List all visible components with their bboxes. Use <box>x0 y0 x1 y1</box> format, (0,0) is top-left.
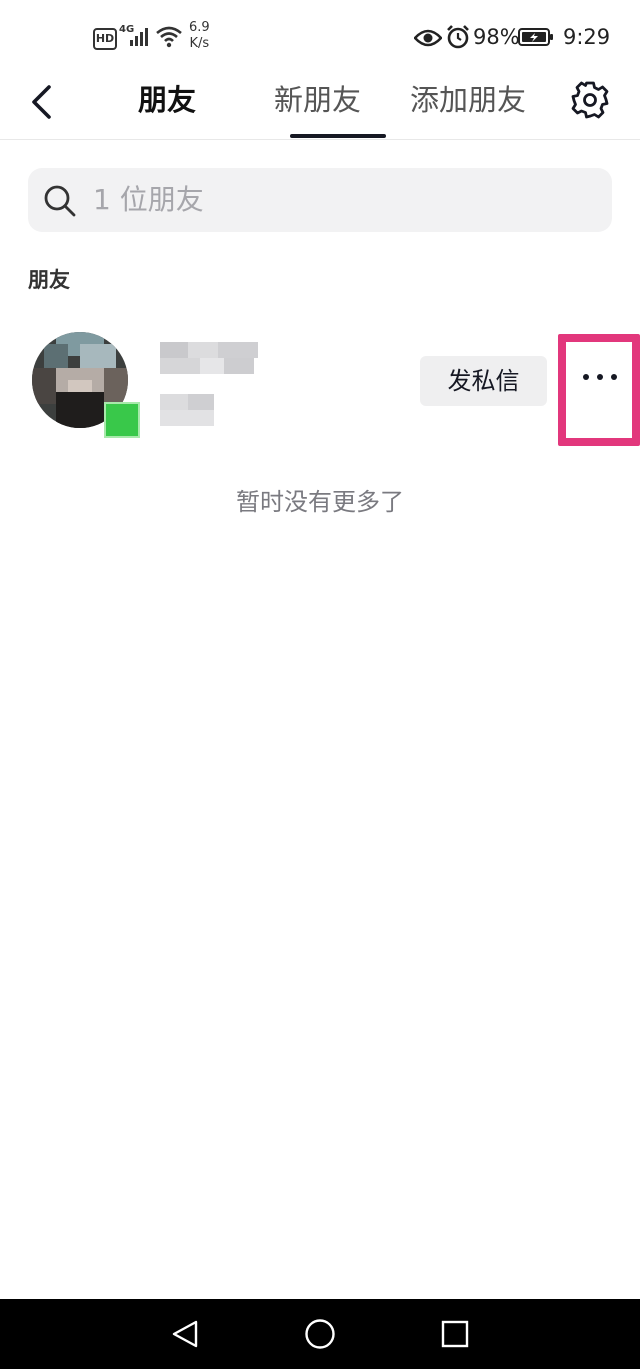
search-input[interactable]: 1 位朋友 <box>28 168 612 232</box>
battery-charging-icon <box>518 28 553 46</box>
top-nav: 朋友 新朋友 添加朋友 <box>0 72 640 140</box>
more-dots-icon <box>583 374 617 380</box>
friend-name-redacted <box>160 342 258 374</box>
clock: 9:29 <box>563 25 611 49</box>
back-arrow-icon[interactable] <box>22 82 62 122</box>
eye-icon <box>414 29 442 47</box>
list-item[interactable]: 发私信 <box>0 318 640 454</box>
hd-icon: HD <box>93 28 117 50</box>
tab-active-indicator <box>290 134 386 138</box>
alarm-icon <box>447 25 469 49</box>
tab-new-friends[interactable]: 新朋友 <box>274 80 361 120</box>
send-message-button[interactable]: 发私信 <box>420 356 547 406</box>
nav-recent-icon[interactable] <box>441 1320 469 1348</box>
battery-percent: 98% <box>473 25 520 49</box>
list-end-message: 暂时没有更多了 <box>236 488 404 516</box>
net-speed-unit: K/s <box>189 36 210 51</box>
search-placeholder: 1 位朋友 <box>93 183 204 216</box>
online-status-badge <box>106 404 138 436</box>
section-title: 朋友 <box>28 268 70 292</box>
tab-friends[interactable]: 朋友 <box>138 80 196 120</box>
friend-subtitle-redacted <box>160 394 214 426</box>
status-bar: HD 4G 6.9 K/s 98% 9:29 <box>0 0 640 72</box>
net-speed: 6.9 K/s <box>189 20 210 52</box>
nav-back-icon[interactable] <box>170 1319 200 1349</box>
search-icon <box>44 185 76 217</box>
net-speed-value: 6.9 <box>189 20 210 35</box>
signal-icon <box>130 28 152 46</box>
tab-add-friends[interactable]: 添加朋友 <box>410 80 526 120</box>
system-nav-bar <box>0 1299 640 1369</box>
more-options-button[interactable] <box>558 334 640 446</box>
screen: HD 4G 6.9 K/s 98% 9:29 朋友 新朋友 添加朋友 1 位朋友… <box>0 0 640 1369</box>
wifi-icon <box>156 26 182 48</box>
gear-icon[interactable] <box>570 80 610 120</box>
nav-home-icon[interactable] <box>304 1318 336 1350</box>
